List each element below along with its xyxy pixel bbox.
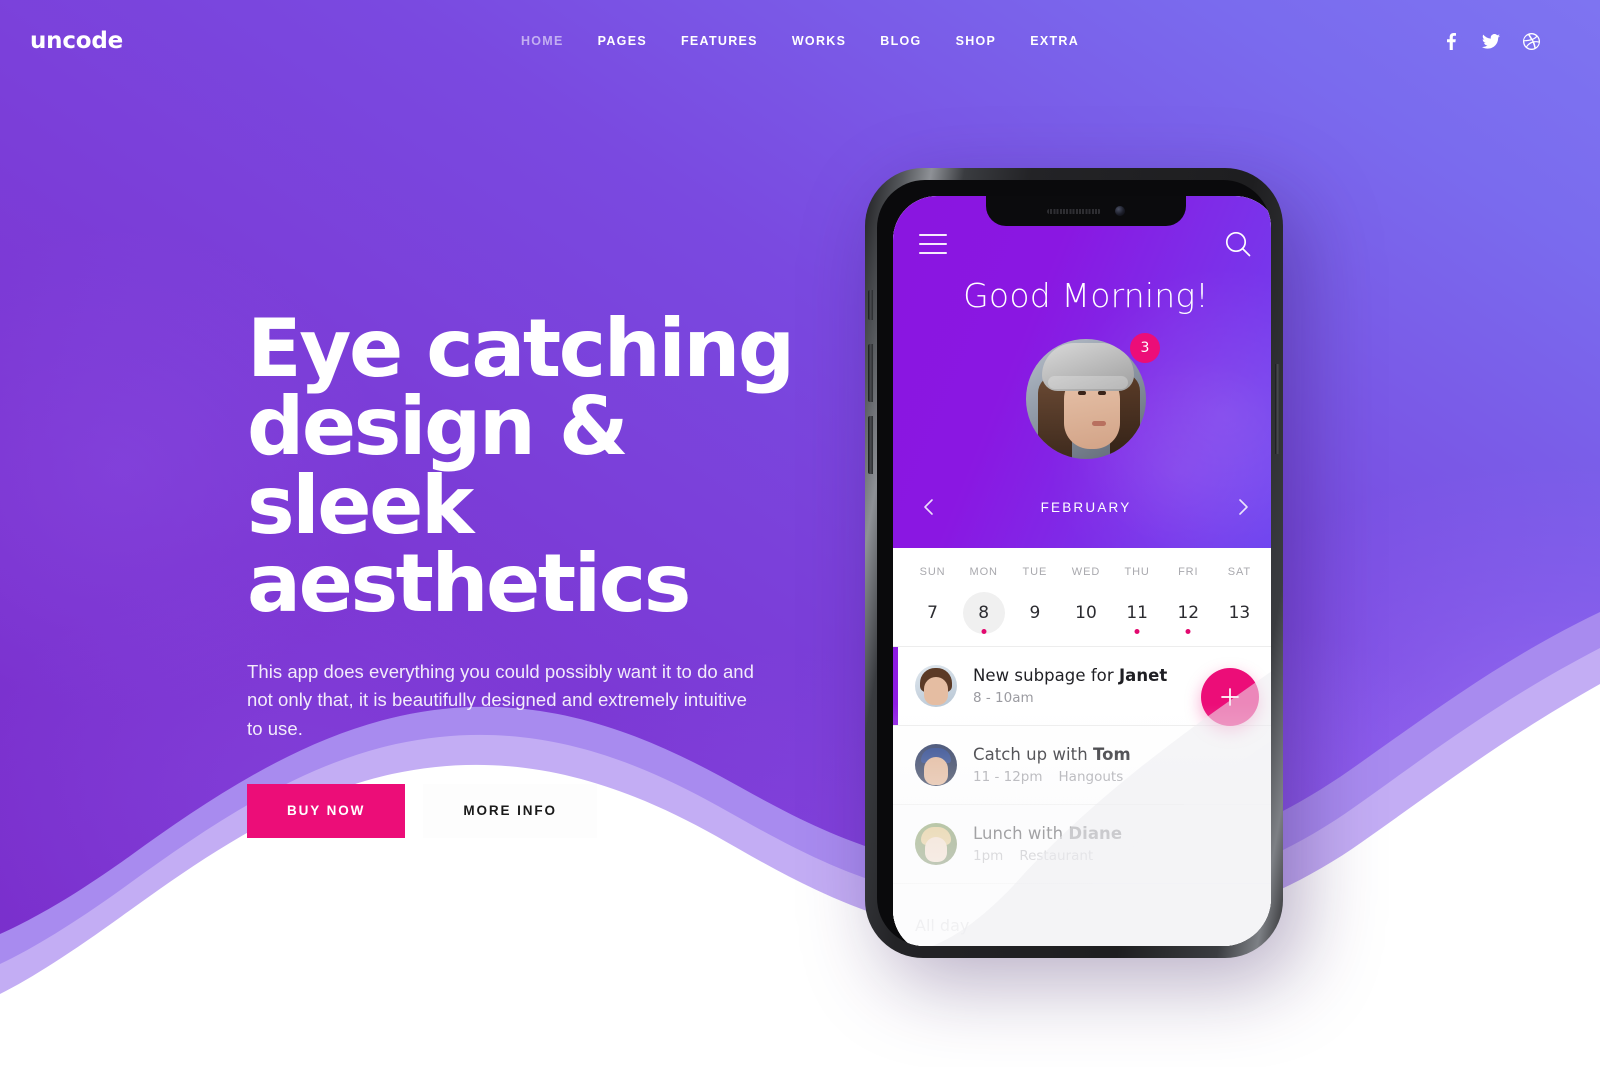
- nav-item-blog[interactable]: BLOG: [863, 26, 938, 56]
- calendar-day-number: 11: [1126, 603, 1148, 623]
- search-icon[interactable]: [1223, 229, 1253, 259]
- calendar-day-number: 12: [1177, 603, 1200, 623]
- facebook-icon[interactable]: [1442, 32, 1460, 50]
- nav-item-pages[interactable]: PAGES: [581, 26, 664, 56]
- calendar-day[interactable]: 13: [1214, 592, 1265, 634]
- main-navigation: HOME PAGES FEATURES WORKS BLOG SHOP EXTR…: [504, 26, 1096, 56]
- nav-item-home[interactable]: HOME: [504, 26, 581, 56]
- event-form: All day From: [893, 883, 1271, 946]
- logo[interactable]: uncode: [30, 29, 123, 53]
- hero-subtitle: This app does everything you could possi…: [247, 660, 754, 739]
- hero-section: Eye catching design & sleek aesthetics T…: [247, 302, 1037, 838]
- event-location: Restaurant: [1019, 848, 1094, 864]
- weekday-wed: WED: [1071, 566, 1101, 578]
- hero-actions: BUY NOW MORE INFO: [247, 783, 1037, 838]
- event-meta: 1pm Restaurant: [973, 848, 1122, 864]
- add-event-fab[interactable]: [1201, 668, 1259, 726]
- social-links: [1442, 32, 1570, 50]
- site-header: uncode HOME PAGES FEATURES WORKS BLOG SH…: [0, 0, 1600, 82]
- weekday-fri: FRI: [1178, 566, 1199, 578]
- weekday-sat: SAT: [1227, 566, 1252, 578]
- chevron-right-icon[interactable]: [1233, 497, 1253, 517]
- earpiece-speaker: [1047, 208, 1101, 214]
- calendar-day-number: 10: [1075, 603, 1097, 623]
- buy-now-button[interactable]: BUY NOW: [247, 783, 406, 838]
- all-day-field[interactable]: All day: [915, 902, 1257, 946]
- weekday-thu: THU: [1124, 566, 1150, 578]
- event-dot: [1134, 629, 1140, 634]
- calendar-day[interactable]: 10: [1060, 592, 1111, 634]
- event-title-name: Janet: [1118, 666, 1168, 685]
- calendar-day-number: 13: [1228, 603, 1251, 623]
- nav-item-features[interactable]: FEATURES: [664, 26, 775, 56]
- event-title-name: Diane: [1068, 824, 1123, 843]
- calendar-day[interactable]: 11: [1112, 592, 1163, 634]
- event-title-name: Tom: [1093, 745, 1131, 764]
- user-avatar[interactable]: 3: [1026, 333, 1160, 459]
- calendar-day[interactable]: 12: [1163, 592, 1214, 634]
- notification-badge: 3: [1130, 333, 1160, 363]
- event-dot: [1185, 629, 1191, 634]
- nav-item-shop[interactable]: SHOP: [939, 26, 1014, 56]
- avatar-image: [1026, 339, 1146, 459]
- phone-notch: [986, 196, 1186, 226]
- hero-title: Eye catching design & sleek aesthetics: [247, 302, 795, 631]
- nav-item-extra[interactable]: EXTRA: [1013, 26, 1096, 56]
- twitter-icon[interactable]: [1482, 32, 1500, 50]
- hamburger-icon[interactable]: [919, 234, 947, 254]
- front-camera: [1115, 206, 1125, 216]
- event-time: 1pm: [973, 848, 1004, 864]
- page-root: uncode HOME PAGES FEATURES WORKS BLOG SH…: [0, 0, 1600, 1067]
- dribbble-icon[interactable]: [1522, 32, 1540, 50]
- more-info-button[interactable]: MORE INFO: [423, 783, 597, 838]
- nav-item-works[interactable]: WORKS: [775, 26, 863, 56]
- event-location: Hangouts: [1058, 769, 1124, 785]
